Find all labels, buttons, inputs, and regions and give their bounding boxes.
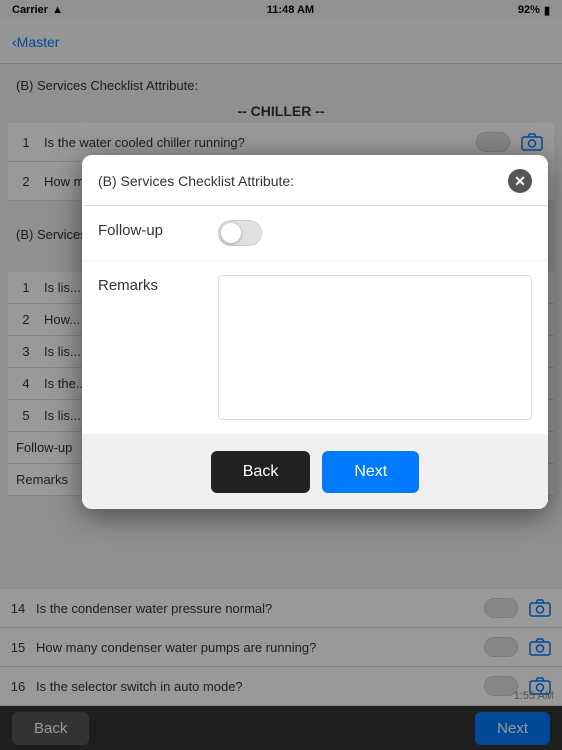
modal-front-close-button[interactable]: ✕ (508, 169, 532, 193)
modal-front-footer: Back Next (82, 435, 548, 509)
remarks-row: Remarks (82, 261, 548, 434)
modal-front-body: Follow-up Remarks (82, 206, 548, 434)
close-icon: ✕ (514, 173, 526, 190)
followup-label: Follow-up (98, 220, 218, 239)
modal-front-header: (B) Services Checklist Attribute: ✕ (82, 155, 548, 206)
modal-next-button[interactable]: Next (322, 451, 419, 493)
followup-toggle[interactable] (218, 220, 262, 246)
remarks-label: Remarks (98, 275, 218, 294)
modal-front: (B) Services Checklist Attribute: ✕ Foll… (82, 155, 548, 509)
modal-back-button[interactable]: Back (211, 451, 311, 493)
modal-front-title: (B) Services Checklist Attribute: (98, 173, 294, 189)
followup-row: Follow-up (82, 206, 548, 260)
remarks-textarea[interactable] (218, 275, 532, 420)
